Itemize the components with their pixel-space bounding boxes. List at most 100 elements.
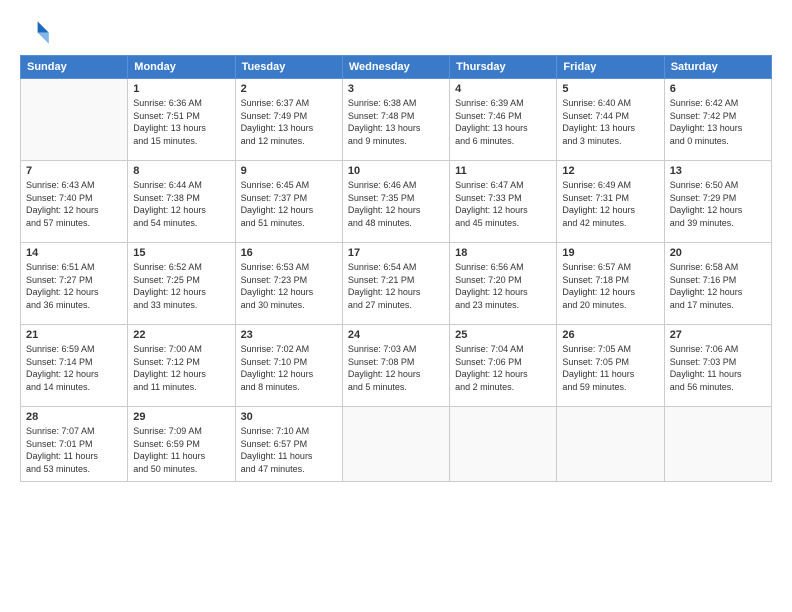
day-number: 13 bbox=[670, 165, 766, 177]
day-number: 20 bbox=[670, 247, 766, 259]
day-number: 24 bbox=[348, 329, 444, 341]
day-info: Sunrise: 6:45 AM Sunset: 7:37 PM Dayligh… bbox=[241, 179, 337, 229]
calendar-cell bbox=[342, 407, 449, 482]
calendar-cell bbox=[664, 407, 771, 482]
calendar-cell: 27 Sunrise: 7:06 AM Sunset: 7:03 PM Dayli… bbox=[664, 325, 771, 407]
day-number: 7 bbox=[26, 165, 122, 177]
weekday-header-tuesday: Tuesday bbox=[235, 56, 342, 79]
calendar-cell bbox=[450, 407, 557, 482]
day-number: 29 bbox=[133, 411, 229, 423]
day-number: 10 bbox=[348, 165, 444, 177]
weekday-header-sunday: Sunday bbox=[21, 56, 128, 79]
day-info: Sunrise: 6:52 AM Sunset: 7:25 PM Dayligh… bbox=[133, 261, 229, 311]
day-info: Sunrise: 6:50 AM Sunset: 7:29 PM Dayligh… bbox=[670, 179, 766, 229]
day-info: Sunrise: 6:58 AM Sunset: 7:16 PM Dayligh… bbox=[670, 261, 766, 311]
day-number: 14 bbox=[26, 247, 122, 259]
day-info: Sunrise: 7:04 AM Sunset: 7:06 PM Dayligh… bbox=[455, 343, 551, 393]
page: SundayMondayTuesdayWednesdayThursdayFrid… bbox=[0, 0, 792, 612]
day-info: Sunrise: 7:03 AM Sunset: 7:08 PM Dayligh… bbox=[348, 343, 444, 393]
calendar-cell: 19 Sunrise: 6:57 AM Sunset: 7:18 PM Dayli… bbox=[557, 243, 664, 325]
week-row-3: 14 Sunrise: 6:51 AM Sunset: 7:27 PM Dayli… bbox=[21, 243, 772, 325]
calendar-cell: 10 Sunrise: 6:46 AM Sunset: 7:35 PM Dayli… bbox=[342, 161, 449, 243]
day-info: Sunrise: 7:10 AM Sunset: 6:57 PM Dayligh… bbox=[241, 425, 337, 475]
day-number: 26 bbox=[562, 329, 658, 341]
day-number: 5 bbox=[562, 83, 658, 95]
day-info: Sunrise: 7:06 AM Sunset: 7:03 PM Dayligh… bbox=[670, 343, 766, 393]
calendar-cell: 8 Sunrise: 6:44 AM Sunset: 7:38 PM Daylig… bbox=[128, 161, 235, 243]
calendar-cell: 29 Sunrise: 7:09 AM Sunset: 6:59 PM Dayli… bbox=[128, 407, 235, 482]
calendar-cell: 30 Sunrise: 7:10 AM Sunset: 6:57 PM Dayli… bbox=[235, 407, 342, 482]
calendar-cell: 11 Sunrise: 6:47 AM Sunset: 7:33 PM Dayli… bbox=[450, 161, 557, 243]
weekday-header-row: SundayMondayTuesdayWednesdayThursdayFrid… bbox=[21, 56, 772, 79]
day-number: 2 bbox=[241, 83, 337, 95]
day-info: Sunrise: 6:59 AM Sunset: 7:14 PM Dayligh… bbox=[26, 343, 122, 393]
calendar-cell: 26 Sunrise: 7:05 AM Sunset: 7:05 PM Dayli… bbox=[557, 325, 664, 407]
day-info: Sunrise: 6:39 AM Sunset: 7:46 PM Dayligh… bbox=[455, 97, 551, 147]
day-number: 28 bbox=[26, 411, 122, 423]
calendar-cell bbox=[557, 407, 664, 482]
weekday-header-thursday: Thursday bbox=[450, 56, 557, 79]
day-number: 27 bbox=[670, 329, 766, 341]
day-number: 12 bbox=[562, 165, 658, 177]
day-number: 11 bbox=[455, 165, 551, 177]
day-number: 30 bbox=[241, 411, 337, 423]
day-info: Sunrise: 7:05 AM Sunset: 7:05 PM Dayligh… bbox=[562, 343, 658, 393]
day-number: 9 bbox=[241, 165, 337, 177]
day-info: Sunrise: 6:51 AM Sunset: 7:27 PM Dayligh… bbox=[26, 261, 122, 311]
calendar-cell: 20 Sunrise: 6:58 AM Sunset: 7:16 PM Dayli… bbox=[664, 243, 771, 325]
day-info: Sunrise: 6:36 AM Sunset: 7:51 PM Dayligh… bbox=[133, 97, 229, 147]
weekday-header-friday: Friday bbox=[557, 56, 664, 79]
calendar-cell: 1 Sunrise: 6:36 AM Sunset: 7:51 PM Daylig… bbox=[128, 79, 235, 161]
day-info: Sunrise: 7:09 AM Sunset: 6:59 PM Dayligh… bbox=[133, 425, 229, 475]
day-number: 6 bbox=[670, 83, 766, 95]
day-number: 1 bbox=[133, 83, 229, 95]
week-row-5: 28Sunrise: 7:07 AM Sunset: 7:01 PM Dayli… bbox=[21, 407, 772, 482]
day-number: 3 bbox=[348, 83, 444, 95]
weekday-header-saturday: Saturday bbox=[664, 56, 771, 79]
calendar-cell: 18 Sunrise: 6:56 AM Sunset: 7:20 PM Dayli… bbox=[450, 243, 557, 325]
calendar-cell: 9 Sunrise: 6:45 AM Sunset: 7:37 PM Daylig… bbox=[235, 161, 342, 243]
day-number: 17 bbox=[348, 247, 444, 259]
calendar-cell: 24 Sunrise: 7:03 AM Sunset: 7:08 PM Dayli… bbox=[342, 325, 449, 407]
day-number: 19 bbox=[562, 247, 658, 259]
weekday-header-wednesday: Wednesday bbox=[342, 56, 449, 79]
calendar-cell: 15 Sunrise: 6:52 AM Sunset: 7:25 PM Dayli… bbox=[128, 243, 235, 325]
day-number: 22 bbox=[133, 329, 229, 341]
calendar-cell: 2 Sunrise: 6:37 AM Sunset: 7:49 PM Daylig… bbox=[235, 79, 342, 161]
calendar-cell: 4Sunrise: 6:39 AM Sunset: 7:46 PM Daylig… bbox=[450, 79, 557, 161]
day-info: Sunrise: 6:46 AM Sunset: 7:35 PM Dayligh… bbox=[348, 179, 444, 229]
logo-icon bbox=[20, 15, 52, 47]
week-row-1: 1 Sunrise: 6:36 AM Sunset: 7:51 PM Daylig… bbox=[21, 79, 772, 161]
calendar-cell: 7 Sunrise: 6:43 AM Sunset: 7:40 PM Daylig… bbox=[21, 161, 128, 243]
day-info: Sunrise: 7:02 AM Sunset: 7:10 PM Dayligh… bbox=[241, 343, 337, 393]
day-info: Sunrise: 6:38 AM Sunset: 7:48 PM Dayligh… bbox=[348, 97, 444, 147]
day-number: 25 bbox=[455, 329, 551, 341]
header bbox=[20, 15, 772, 47]
day-info: Sunrise: 6:49 AM Sunset: 7:31 PM Dayligh… bbox=[562, 179, 658, 229]
week-row-4: 21 Sunrise: 6:59 AM Sunset: 7:14 PM Dayli… bbox=[21, 325, 772, 407]
calendar-cell: 14 Sunrise: 6:51 AM Sunset: 7:27 PM Dayli… bbox=[21, 243, 128, 325]
day-number: 8 bbox=[133, 165, 229, 177]
day-info: Sunrise: 6:57 AM Sunset: 7:18 PM Dayligh… bbox=[562, 261, 658, 311]
calendar-cell: 6 Sunrise: 6:42 AM Sunset: 7:42 PM Daylig… bbox=[664, 79, 771, 161]
day-info: Sunrise: 6:40 AM Sunset: 7:44 PM Dayligh… bbox=[562, 97, 658, 147]
day-info: Sunrise: 6:43 AM Sunset: 7:40 PM Dayligh… bbox=[26, 179, 122, 229]
day-number: 15 bbox=[133, 247, 229, 259]
day-info: Sunrise: 6:37 AM Sunset: 7:49 PM Dayligh… bbox=[241, 97, 337, 147]
day-number: 18 bbox=[455, 247, 551, 259]
weekday-header-monday: Monday bbox=[128, 56, 235, 79]
week-row-2: 7 Sunrise: 6:43 AM Sunset: 7:40 PM Daylig… bbox=[21, 161, 772, 243]
calendar-table: SundayMondayTuesdayWednesdayThursdayFrid… bbox=[20, 55, 772, 482]
calendar-cell: 21 Sunrise: 6:59 AM Sunset: 7:14 PM Dayli… bbox=[21, 325, 128, 407]
day-number: 21 bbox=[26, 329, 122, 341]
calendar-cell: 16Sunrise: 6:53 AM Sunset: 7:23 PM Dayli… bbox=[235, 243, 342, 325]
calendar-cell: 17Sunrise: 6:54 AM Sunset: 7:21 PM Dayli… bbox=[342, 243, 449, 325]
calendar-cell bbox=[21, 79, 128, 161]
day-info: Sunrise: 6:56 AM Sunset: 7:20 PM Dayligh… bbox=[455, 261, 551, 311]
day-info: Sunrise: 6:44 AM Sunset: 7:38 PM Dayligh… bbox=[133, 179, 229, 229]
day-info: Sunrise: 6:42 AM Sunset: 7:42 PM Dayligh… bbox=[670, 97, 766, 147]
day-info: Sunrise: 6:47 AM Sunset: 7:33 PM Dayligh… bbox=[455, 179, 551, 229]
calendar-cell: 5 Sunrise: 6:40 AM Sunset: 7:44 PM Daylig… bbox=[557, 79, 664, 161]
logo bbox=[20, 15, 56, 47]
calendar-cell: 22Sunrise: 7:00 AM Sunset: 7:12 PM Dayli… bbox=[128, 325, 235, 407]
